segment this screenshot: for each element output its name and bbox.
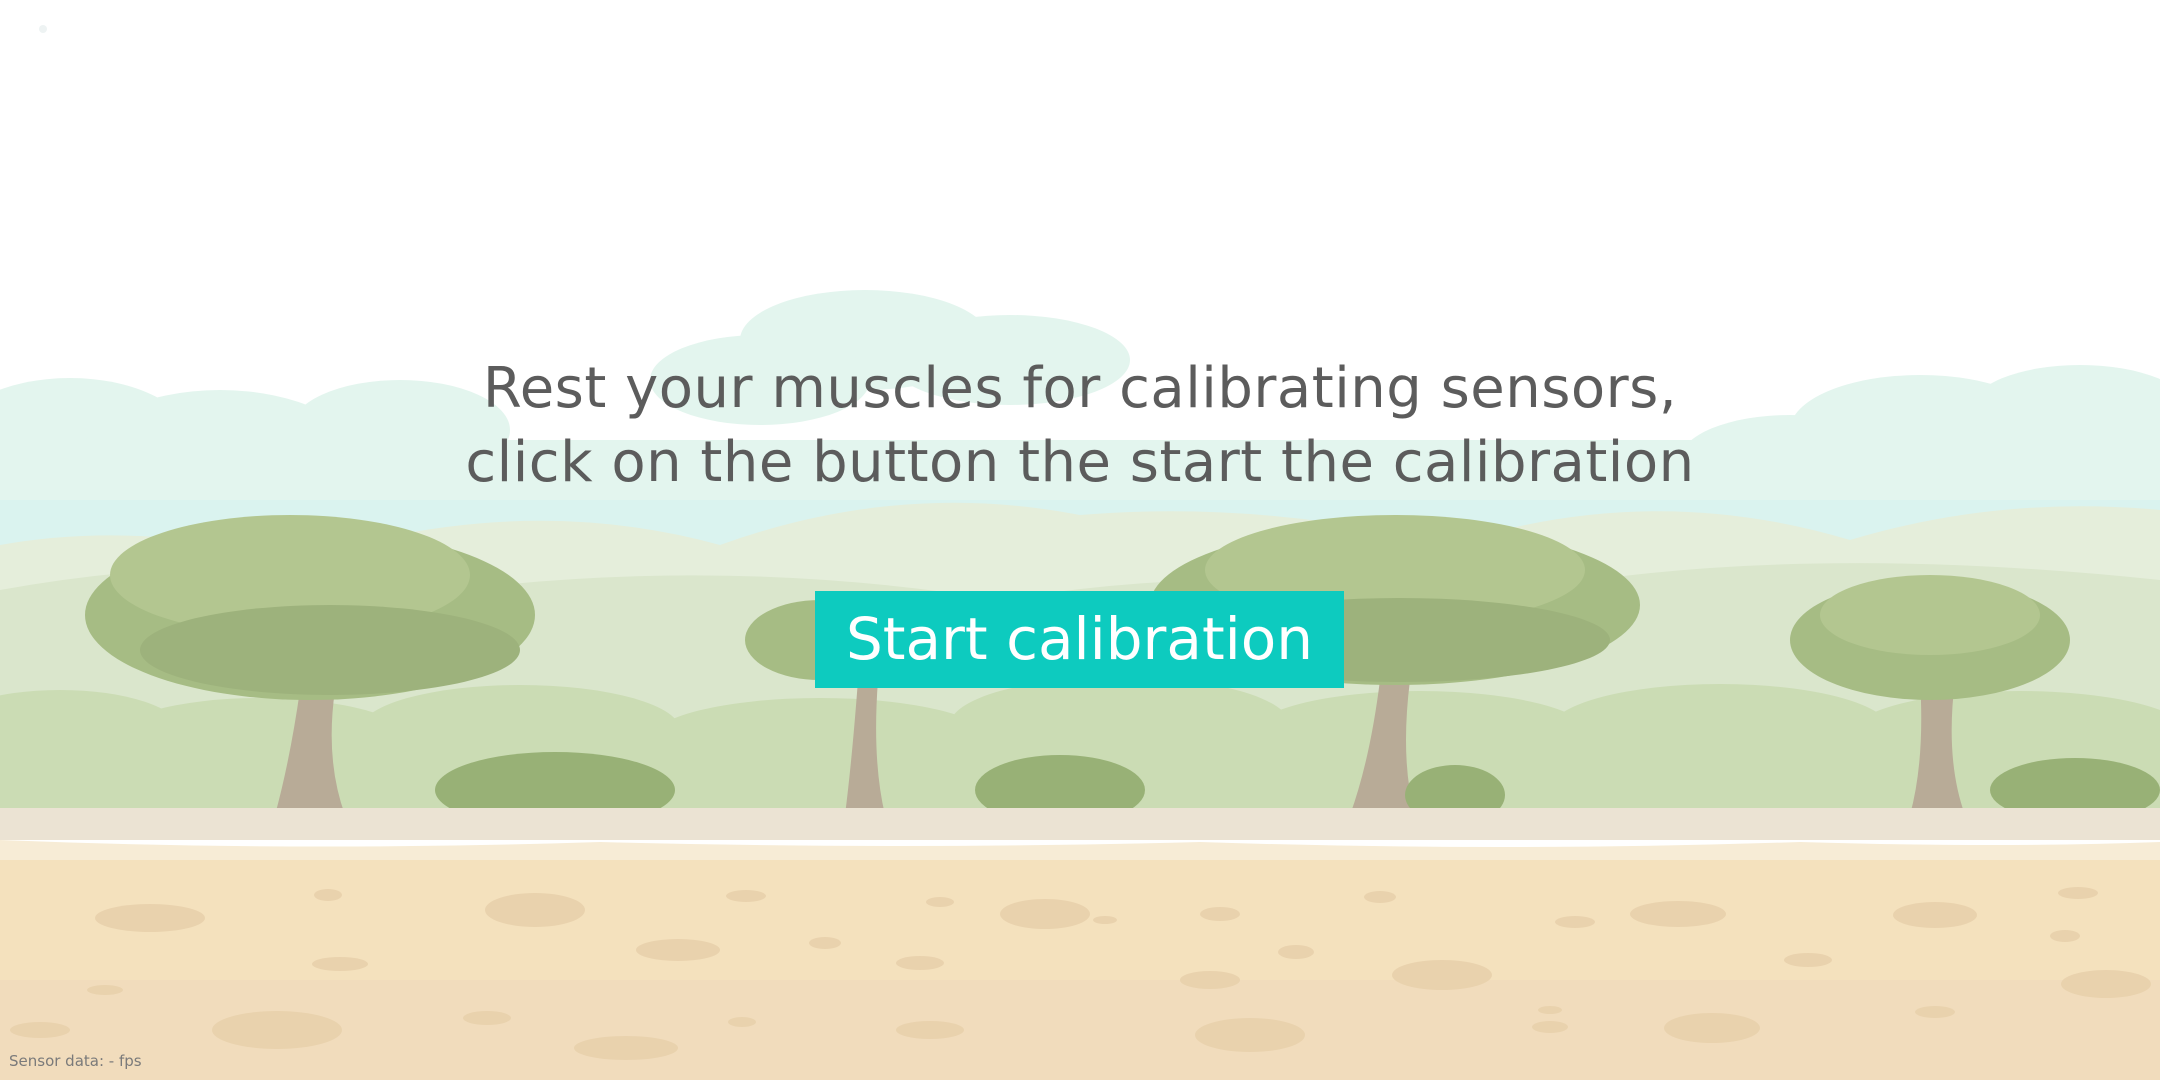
- corner-indicator-dot: [39, 25, 47, 33]
- path-strip: [0, 808, 2160, 840]
- sensor-data-status: Sensor data: - fps: [9, 1052, 142, 1070]
- instruction-line-1: Rest your muscles for calibrating sensor…: [482, 356, 1678, 421]
- calibration-instructions: Rest your muscles for calibrating sensor…: [0, 352, 2160, 500]
- game-screen: Rest your muscles for calibrating sensor…: [0, 0, 2160, 1080]
- savanna-background: [0, 0, 2160, 1080]
- start-calibration-button[interactable]: Start calibration: [815, 591, 1344, 688]
- instruction-line-2: click on the button the start the calibr…: [465, 430, 1695, 495]
